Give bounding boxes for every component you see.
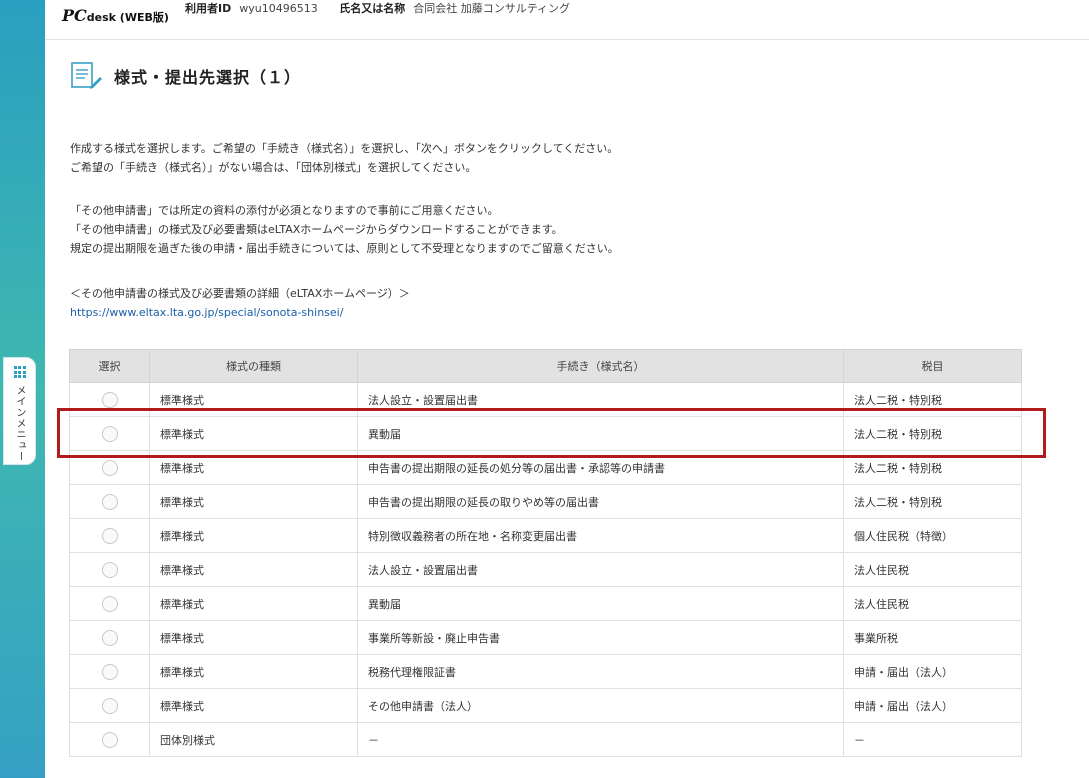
- header-form-type: 様式の種類: [149, 349, 358, 383]
- procedure-name-cell: 特別徴収義務者の所在地・名称変更届出書: [357, 518, 844, 553]
- table-row[interactable]: 標準様式 法人設立・設置届出書 法人住民税: [69, 552, 1022, 587]
- page-header: 様式・提出先選択（１）: [70, 60, 301, 92]
- select-radio[interactable]: [101, 493, 118, 510]
- table-row[interactable]: 標準様式 異動届 法人二税・特別税: [69, 416, 1022, 451]
- tax-item-cell: 申請・届出（法人）: [843, 654, 1022, 689]
- table-row[interactable]: 標準様式 その他申請書（法人） 申請・届出（法人）: [69, 688, 1022, 723]
- select-radio[interactable]: [101, 561, 118, 578]
- main-menu-label: メインメニュー: [14, 385, 25, 462]
- form-type-cell: 標準様式: [149, 654, 358, 689]
- header: PCdesk (WEB版) 利用者ID wyu10496513 氏名又は名称 合同会…: [45, 0, 1089, 40]
- select-radio[interactable]: [101, 391, 118, 408]
- eltax-link[interactable]: https://www.eltax.lta.go.jp/special/sono…: [70, 306, 343, 319]
- form-type-cell: 標準様式: [149, 450, 358, 485]
- table-row[interactable]: 標準様式 申告書の提出期限の延長の取りやめ等の届出書 法人二税・特別税: [69, 484, 1022, 519]
- table-row[interactable]: 標準様式 税務代理権限証書 申請・届出（法人）: [69, 654, 1022, 689]
- procedure-name-cell: 異動届: [357, 586, 844, 621]
- user-info: 利用者ID wyu10496513 氏名又は名称 合同会社 加藤コンサルティング: [185, 0, 588, 16]
- form-selection-table: 選択 様式の種類 手続き（様式名） 税目 標準様式 法人設立・設置届出書 法人二税・…: [69, 349, 1022, 757]
- table-row[interactable]: 標準様式 申告書の提出期限の延長の処分等の届出書・承認等の申請書 法人二税・特別税: [69, 450, 1022, 485]
- notice-text-3: 規定の提出期限を過ぎた後の申請・届出手続きについては、原則として不受理となります…: [70, 242, 619, 255]
- select-radio[interactable]: [101, 697, 118, 714]
- instruction-text-2: ご希望の「手続き（様式名）」がない場合は、「団体別様式」を選択してください。: [70, 161, 477, 174]
- document-edit-icon: [70, 61, 104, 91]
- table-row[interactable]: 標準様式 法人設立・設置届出書 法人二税・特別税: [69, 382, 1022, 417]
- tax-item-cell: 法人二税・特別税: [843, 416, 1022, 451]
- tax-item-cell: 個人住民税（特徴）: [843, 518, 1022, 553]
- procedure-name-cell: 事業所等新設・廃止申告書: [357, 620, 844, 655]
- tax-item-cell: 申請・届出（法人）: [843, 688, 1022, 723]
- link-caption: ＜その他申請書の様式及び必要書類の詳細（eLTAXホームページ）＞: [70, 287, 410, 300]
- notice-text-2: 「その他申請書」の様式及び必要書類はeLTAXホームページからダウンロードするこ…: [70, 223, 563, 236]
- user-id-label: 利用者ID: [185, 2, 232, 15]
- procedure-name-cell: 申告書の提出期限の延長の処分等の届出書・承認等の申請書: [357, 450, 844, 485]
- tax-item-cell: 法人住民税: [843, 552, 1022, 587]
- select-radio[interactable]: [101, 425, 118, 442]
- table-row[interactable]: 標準様式 特別徴収義務者の所在地・名称変更届出書 個人住民税（特徴）: [69, 518, 1022, 553]
- pcdesk-logo: PCdesk (WEB版): [62, 6, 169, 25]
- user-id: wyu10496513: [239, 2, 318, 15]
- form-type-cell: 標準様式: [149, 620, 358, 655]
- header-procedure-name: 手続き（様式名）: [357, 349, 844, 383]
- table-header-row: 選択 様式の種類 手続き（様式名） 税目: [69, 349, 1022, 383]
- form-type-cell: 標準様式: [149, 382, 358, 417]
- table-row[interactable]: 標準様式 事業所等新設・廃止申告書 事業所税: [69, 620, 1022, 655]
- grid-icon: [13, 366, 26, 378]
- select-radio[interactable]: [101, 595, 118, 612]
- tax-item-cell: 法人二税・特別税: [843, 382, 1022, 417]
- table-row[interactable]: 団体別様式－－: [69, 722, 1022, 757]
- header-tax-item: 税目: [843, 349, 1022, 383]
- tax-item-cell: 法人二税・特別税: [843, 450, 1022, 485]
- form-type-cell: 標準様式: [149, 416, 358, 451]
- table-row[interactable]: 標準様式 異動届 法人住民税: [69, 586, 1022, 621]
- form-type-cell: 標準様式: [149, 688, 358, 723]
- form-type-cell: 団体別様式: [149, 722, 358, 757]
- tax-item-cell: 法人住民税: [843, 586, 1022, 621]
- tax-item-cell: 法人二税・特別税: [843, 484, 1022, 519]
- procedure-name-cell: 法人設立・設置届出書: [357, 382, 844, 417]
- select-radio[interactable]: [101, 527, 118, 544]
- tax-item-cell: 事業所税: [843, 620, 1022, 655]
- header-select: 選択: [69, 349, 150, 383]
- procedure-name-cell: 異動届: [357, 416, 844, 451]
- instruction-text-1: 作成する様式を選択します。ご希望の「手続き（様式名）」を選択し、「次へ」ボタンを…: [70, 142, 619, 155]
- notice-text-1: 「その他申請書」では所定の資料の添付が必須となりますので事前にご用意ください。: [70, 204, 499, 217]
- select-radio[interactable]: [101, 663, 118, 680]
- page-title: 様式・提出先選択（１）: [114, 68, 302, 87]
- procedure-name-cell: －: [357, 722, 844, 757]
- procedure-name-cell: 税務代理権限証書: [357, 654, 844, 689]
- name-label: 氏名又は名称: [339, 2, 406, 15]
- main-menu-tab[interactable]: メインメニュー: [3, 357, 36, 465]
- form-type-cell: 標準様式: [149, 552, 358, 587]
- procedure-name-cell: その他申請書（法人）: [357, 688, 844, 723]
- tax-item-cell: －: [843, 722, 1022, 757]
- form-type-cell: 標準様式: [149, 586, 358, 621]
- form-type-cell: 標準様式: [149, 484, 358, 519]
- side-rail: メインメニュー: [0, 0, 45, 778]
- select-radio[interactable]: [101, 629, 118, 646]
- select-radio[interactable]: [101, 459, 118, 476]
- select-radio[interactable]: [101, 731, 118, 748]
- user-name: 合同会社 加藤コンサルティング: [413, 2, 571, 15]
- procedure-name-cell: 申告書の提出期限の延長の取りやめ等の届出書: [357, 484, 844, 519]
- eltax-link-row: https://www.eltax.lta.go.jp/special/sono…: [70, 304, 343, 322]
- form-type-cell: 標準様式: [149, 518, 358, 553]
- procedure-name-cell: 法人設立・設置届出書: [357, 552, 844, 587]
